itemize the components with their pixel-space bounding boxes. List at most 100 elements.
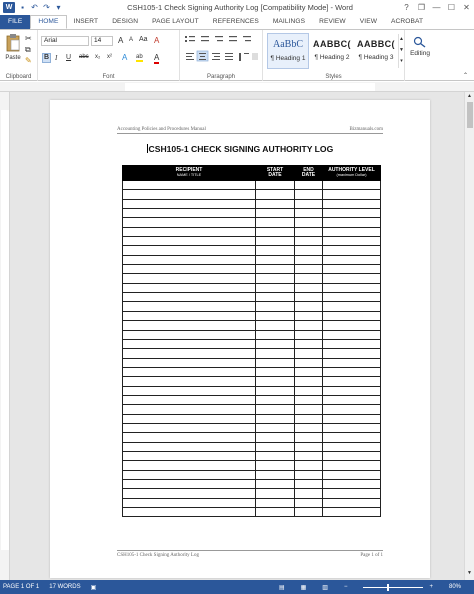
table-cell[interactable] <box>122 320 256 331</box>
table-cell[interactable] <box>322 450 381 462</box>
table-cell[interactable] <box>322 497 381 509</box>
table-cell[interactable] <box>322 507 381 518</box>
table-row[interactable] <box>122 264 381 275</box>
table-cell[interactable] <box>294 208 323 219</box>
table-cell[interactable] <box>294 366 323 378</box>
scrollbar-thumb[interactable] <box>467 102 473 128</box>
table-cell[interactable] <box>294 450 323 462</box>
table-row[interactable] <box>122 254 381 266</box>
table-cell[interactable] <box>322 282 381 294</box>
table-cell[interactable] <box>294 254 323 266</box>
table-cell[interactable] <box>322 469 381 481</box>
zoom-slider-thumb[interactable] <box>386 583 389 591</box>
tab-design[interactable]: DESIGN <box>105 15 145 29</box>
tab-home[interactable]: HOME <box>30 15 67 29</box>
table-cell[interactable] <box>255 460 295 471</box>
table-cell[interactable] <box>255 208 295 219</box>
table-cell[interactable] <box>322 301 381 312</box>
table-cell[interactable] <box>322 348 381 359</box>
table-row[interactable] <box>122 292 381 303</box>
table-cell[interactable] <box>294 226 323 238</box>
table-row[interactable] <box>122 460 381 471</box>
table-cell[interactable] <box>122 450 256 462</box>
table-cell[interactable] <box>294 507 323 518</box>
table-cell[interactable] <box>255 320 295 331</box>
font-size-box[interactable]: 14 <box>91 36 113 46</box>
table-cell[interactable] <box>255 282 295 294</box>
table-cell[interactable] <box>294 422 323 434</box>
table-row[interactable] <box>122 236 381 247</box>
table-cell[interactable] <box>122 469 256 481</box>
table-row[interactable] <box>122 320 381 331</box>
table-cell[interactable] <box>255 422 295 434</box>
table-cell[interactable] <box>294 385 323 396</box>
horizontal-ruler[interactable] <box>0 82 474 92</box>
table-row[interactable] <box>122 338 381 350</box>
table-cell[interactable] <box>294 245 323 256</box>
table-cell[interactable] <box>122 507 256 518</box>
table-cell[interactable] <box>122 385 256 396</box>
table-cell[interactable] <box>322 432 381 443</box>
paragraph-tools-icon[interactable] <box>184 34 260 66</box>
tab-file[interactable]: FILE <box>0 15 31 29</box>
table-row[interactable] <box>122 385 381 396</box>
table-cell[interactable] <box>122 338 256 350</box>
redo-icon[interactable]: ↷ <box>42 3 51 12</box>
vertical-ruler[interactable] <box>0 92 10 580</box>
print-layout-icon[interactable]: ▦ <box>301 584 307 591</box>
table-cell[interactable] <box>322 404 381 415</box>
table-cell[interactable] <box>122 394 256 406</box>
table-cell[interactable] <box>122 422 256 434</box>
table-cell[interactable] <box>294 460 323 471</box>
tab-references[interactable]: REFERENCES <box>206 15 266 29</box>
table-cell[interactable] <box>322 413 381 424</box>
table-cell[interactable] <box>255 450 295 462</box>
style-heading-1[interactable]: AaBbC ¶ Heading 1 <box>267 33 309 69</box>
table-cell[interactable] <box>122 208 256 219</box>
word-count[interactable]: 17 WORDS <box>49 584 80 590</box>
table-cell[interactable] <box>122 460 256 471</box>
table-cell[interactable] <box>122 189 256 200</box>
table-cell[interactable] <box>322 245 381 256</box>
ribbon-display-button[interactable]: ❐ <box>414 0 429 15</box>
customize-toolbar-icon[interactable]: ▾ <box>54 3 63 12</box>
table-row[interactable] <box>122 273 381 284</box>
style-heading-2[interactable]: AABBC( ¶ Heading 2 <box>311 33 353 69</box>
table-cell[interactable] <box>122 488 256 499</box>
table-cell[interactable] <box>122 301 256 312</box>
table-cell[interactable] <box>122 348 256 359</box>
table-cell[interactable] <box>255 329 295 340</box>
italic-button[interactable]: I <box>55 54 57 62</box>
table-cell[interactable] <box>122 310 256 322</box>
table-cell[interactable] <box>122 413 256 424</box>
clear-formatting-button[interactable]: A <box>154 36 159 45</box>
table-cell[interactable] <box>322 254 381 266</box>
strikethrough-button[interactable]: abc <box>79 54 89 60</box>
table-cell[interactable] <box>322 394 381 406</box>
table-row[interactable] <box>122 208 381 219</box>
font-color-button[interactable]: A <box>154 53 160 64</box>
table-cell[interactable] <box>322 273 381 284</box>
table-row[interactable] <box>122 189 381 200</box>
subscript-button[interactable]: x₂ <box>95 54 100 60</box>
table-cell[interactable] <box>322 357 381 368</box>
table-cell[interactable] <box>322 264 381 275</box>
table-cell[interactable] <box>322 488 381 499</box>
table-cell[interactable] <box>294 394 323 406</box>
table-cell[interactable] <box>255 366 295 378</box>
table-cell[interactable] <box>255 179 295 191</box>
table-row[interactable] <box>122 507 381 518</box>
table-cell[interactable] <box>255 385 295 396</box>
table-cell[interactable] <box>255 497 295 509</box>
table-cell[interactable] <box>122 179 256 191</box>
table-cell[interactable] <box>294 179 323 191</box>
authority-log-table[interactable]: RECIPIENT NAME / TITLE START DATE END DATE … <box>122 165 381 518</box>
table-cell[interactable] <box>255 236 295 247</box>
table-cell[interactable] <box>322 292 381 303</box>
table-cell[interactable] <box>322 179 381 191</box>
text-effects-button[interactable]: A <box>122 53 127 62</box>
table-cell[interactable] <box>255 441 295 452</box>
table-row[interactable] <box>122 217 381 228</box>
table-cell[interactable] <box>322 460 381 471</box>
table-cell[interactable] <box>255 507 295 518</box>
